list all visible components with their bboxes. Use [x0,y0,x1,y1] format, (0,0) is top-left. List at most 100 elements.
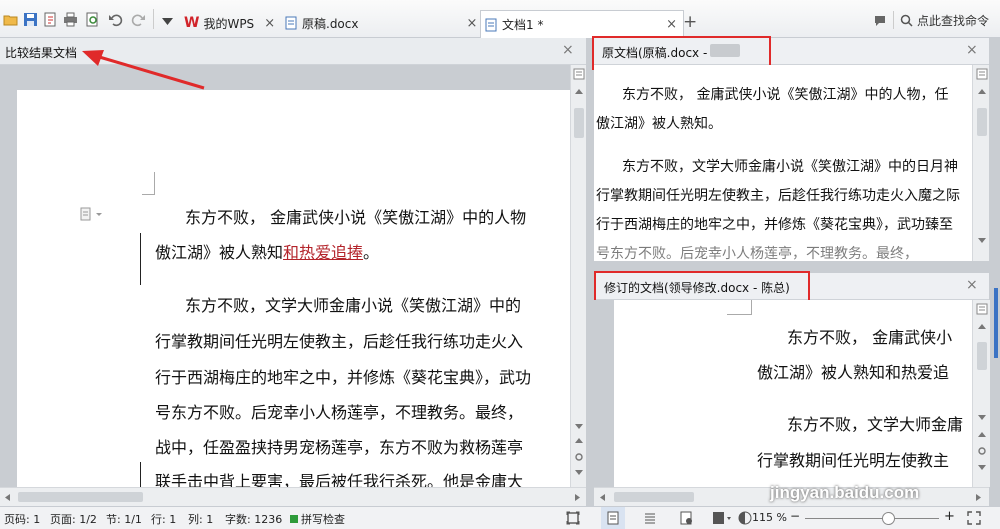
select-browse-object-icon[interactable] [977,446,987,456]
tab-close-icon[interactable]: × [264,16,275,31]
tab-document1[interactable]: 文档1 * × [480,10,684,38]
zoom-slider-thumb[interactable] [882,512,896,525]
tab-close-icon[interactable]: × [466,16,477,31]
paragraph-line: 号东方不败。后宠幸小人杨莲亭，不理教务。最终， [155,403,524,422]
spell-check-toggle[interactable]: 拼写检查 [290,511,345,527]
print-icon[interactable] [63,12,78,27]
save-icon[interactable] [23,12,38,27]
paragraph-line: 东方不败， 金庸武侠小说《笑傲江湖》中的人物，任 [622,87,949,103]
comment-flag-icon[interactable] [873,14,888,29]
previous-page-icon[interactable] [574,436,584,444]
select-browse-object-icon[interactable] [574,452,584,462]
paragraph-line: 联手击中背上要害，最后被任我行杀死。他是金庸大 [155,472,524,487]
ruler-toggle-icon[interactable] [976,303,988,315]
web-view-icon[interactable] [679,511,693,525]
tab-original-doc[interactable]: 原稿.docx × [285,11,477,35]
watermark: jingyan.baidu.com [770,483,920,502]
scroll-right-icon[interactable] [574,493,582,502]
paragraph-line: 傲江湖》被人熟知和热爱追 [757,363,950,382]
view-page-button[interactable] [601,507,625,529]
export-pdf-icon[interactable] [43,12,58,27]
print-preview-icon[interactable] [85,12,100,27]
scroll-thumb[interactable] [977,108,987,136]
outline-view-icon[interactable] [643,511,657,525]
title-bar: W 我的WPS × 原稿.docx × 文档1 * × + 点此查找命令 [0,0,1000,38]
status-page[interactable]: 页面: 1/2 [50,511,97,527]
zoom-in-button[interactable]: + [944,509,955,524]
comparison-horizontal-scrollbar[interactable] [0,487,586,506]
paragraph-line: 东方不败， 金庸武侠小说《笑傲江湖》中的人物 [185,208,527,227]
paragraph-line: 行掌教期间任光明左使教主 [757,451,950,470]
status-word-count[interactable]: 字数: 1236 [225,511,282,527]
scroll-right-icon[interactable] [975,493,983,502]
scroll-up-icon[interactable] [574,87,584,95]
scroll-down-icon[interactable] [977,237,987,245]
search-label: 点此查找命令 [917,14,990,28]
tab-my-wps[interactable]: W 我的WPS × [184,11,275,35]
ruler-toggle-icon[interactable] [976,68,988,80]
scroll-thumb[interactable] [574,108,584,138]
inserted-text: 和热爱追捧 [283,243,364,262]
paragraph-line: 傲江湖》被人熟知。 [596,116,722,132]
margin-corner-mark [727,300,752,315]
zoom-out-button[interactable]: − [790,509,800,523]
document-icon [285,16,297,30]
next-page-icon[interactable] [574,469,584,477]
customize-dropdown-icon[interactable] [160,14,175,29]
eye-protection-icon[interactable] [738,511,752,525]
left-gutter [0,65,16,487]
comparison-panel-title: 比较结果文档 [5,46,78,60]
spell-check-indicator-icon [290,515,298,523]
document-icon [485,18,497,31]
scroll-down-icon[interactable] [574,423,584,431]
fit-page-icon[interactable] [566,511,580,525]
tab-label: 文档1 * [502,18,544,32]
scroll-thumb[interactable] [977,342,987,370]
panel-splitter[interactable] [586,38,594,506]
scroll-left-icon[interactable] [598,493,606,502]
scroll-thumb[interactable] [18,492,143,502]
next-page-icon[interactable] [977,464,987,472]
status-bar: 页码: 1 页面: 1/2 节: 1/1 行: 1 列: 1 字数: 1236 … [0,506,1000,529]
toolbar-divider [893,11,894,29]
redo-icon[interactable] [131,12,146,27]
comparison-vertical-scrollbar[interactable] [570,65,587,487]
scroll-up-icon[interactable] [977,322,987,330]
previous-page-icon[interactable] [977,430,987,438]
paragraph-line: 傲江湖》被人熟知和热爱追捧。 [155,239,379,263]
close-icon[interactable]: × [966,277,978,293]
fullscreen-icon[interactable] [967,511,981,525]
close-icon[interactable]: × [562,42,574,58]
ruler-toggle-icon[interactable] [573,68,585,80]
tab-label: 原稿.docx [302,16,359,31]
search-icon [900,14,913,27]
wps-logo-icon: W [184,15,200,31]
open-folder-icon[interactable] [3,12,18,27]
close-icon[interactable]: × [966,42,978,58]
original-document-page: 东方不败， 金庸武侠小说《笑傲江湖》中的人物，任 傲江湖》被人熟知。 东方不败，… [594,65,972,261]
status-section: 节: 1/1 [106,513,142,526]
toolbar-divider [153,9,154,29]
zoom-slider-track[interactable] [805,512,939,525]
paragraph-line: 东方不败，文学大师金庸小说《笑傲江湖》中的日月神 [622,159,958,175]
status-row: 行: 1 [151,513,177,526]
scroll-up-icon[interactable] [977,87,987,95]
status-column: 列: 1 [188,513,214,526]
paragraph-line: 东方不败，文学大师金庸小说《笑傲江湖》中的 [185,296,522,315]
command-search[interactable]: 点此查找命令 [900,12,989,29]
scroll-down-icon[interactable] [977,414,987,422]
new-tab-button[interactable]: + [683,12,697,32]
revised-vertical-scrollbar[interactable] [972,300,990,487]
scroll-left-icon[interactable] [3,493,11,502]
scroll-thumb[interactable] [614,492,694,502]
paragraph-line: 号东方不败。后宠幸小人杨莲亭，不理教务。最终， [596,246,918,261]
paragraph-line: 行于西湖梅庄的地牢之中，并修炼《葵花宝典》，武功臻至 [596,217,953,233]
zoom-level[interactable]: 115 % [752,511,787,524]
reading-mode-icon[interactable] [712,511,732,525]
panel-resize-handle[interactable] [994,288,998,358]
tab-close-icon[interactable]: × [666,17,677,32]
undo-icon[interactable] [108,12,123,27]
margin-corner-mark [142,172,155,195]
original-vertical-scrollbar[interactable] [972,65,990,261]
document-map-icon[interactable] [80,207,106,221]
